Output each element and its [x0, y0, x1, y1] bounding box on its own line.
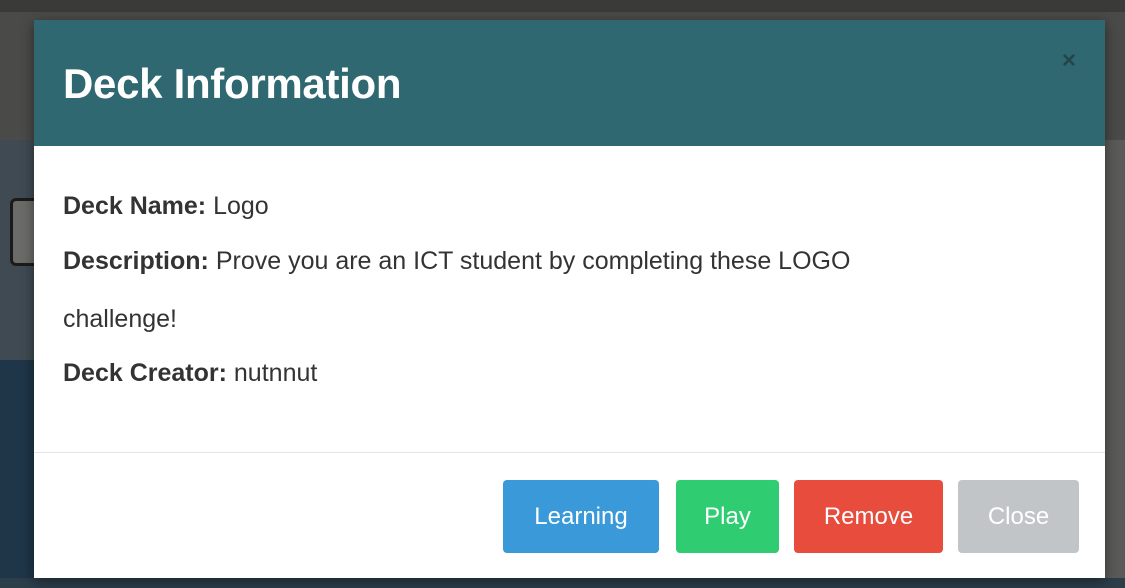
description-label: Description: — [63, 247, 209, 275]
play-button[interactable]: Play — [676, 480, 779, 553]
deck-creator-label: Deck Creator: — [63, 359, 227, 387]
close-button[interactable]: Close — [958, 480, 1079, 553]
footer-divider — [34, 452, 1105, 453]
deck-name-value: Logo — [213, 192, 269, 220]
deck-name-label: Deck Name: — [63, 192, 207, 220]
description-value: Prove you are an ICT student by completi… — [215, 247, 851, 275]
background-top-strip — [0, 0, 1125, 12]
deck-name-row: Deck Name: Logo — [63, 189, 269, 223]
learning-button[interactable]: Learning — [503, 480, 659, 553]
description-value-continued: challenge! — [63, 305, 177, 333]
deck-information-modal: Deck Information × Deck Name: Logo Descr… — [34, 20, 1105, 578]
modal-title: Deck Information — [63, 60, 402, 107]
remove-button[interactable]: Remove — [794, 480, 943, 553]
description-row: Description: Prove you are an ICT studen… — [63, 244, 850, 278]
close-icon[interactable]: × — [1056, 48, 1082, 74]
background-right-panel — [1105, 140, 1125, 588]
deck-creator-row: Deck Creator: nutnnut — [63, 356, 317, 390]
deck-creator-value: nutnnut — [233, 359, 318, 387]
description-continuation: challenge! — [63, 302, 177, 336]
background-bottom-strip — [0, 578, 1125, 588]
modal-header: Deck Information × — [34, 20, 1105, 146]
